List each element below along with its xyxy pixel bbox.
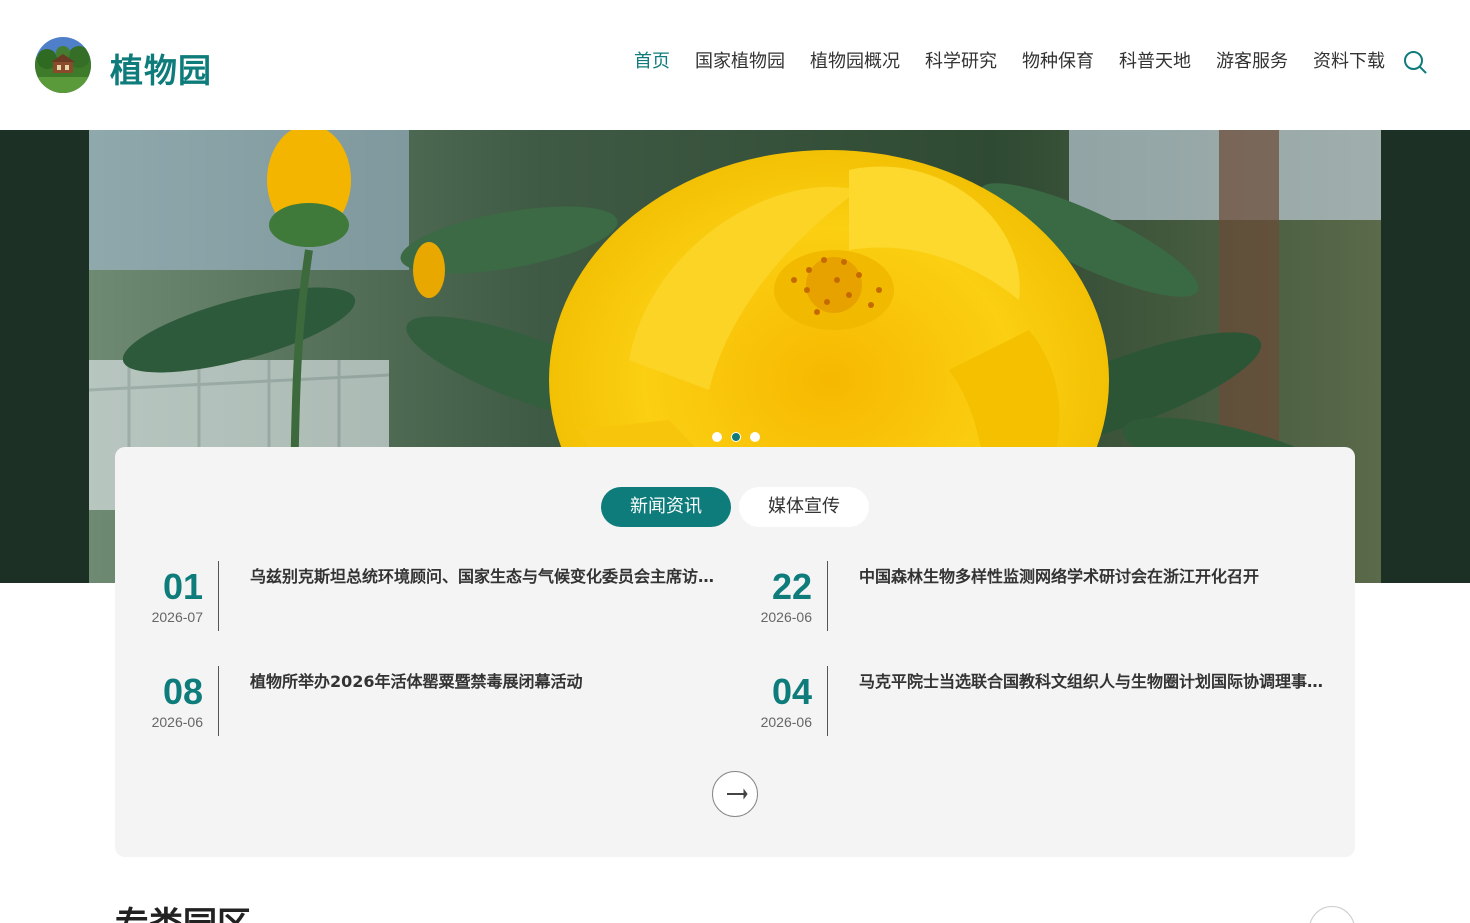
tab-news[interactable]: 新闻资讯	[601, 487, 731, 527]
search-icon[interactable]	[1403, 50, 1427, 74]
slide-dot-3[interactable]	[750, 432, 760, 442]
news-day: 08	[162, 671, 203, 712]
news-day: 04	[771, 671, 812, 712]
garden-logo-icon[interactable]	[35, 37, 91, 93]
news-title[interactable]: 马克平院士当选联合国教科文组织人与生物圈计划国际协调理事会主席	[859, 668, 1325, 692]
slide-indicators	[712, 432, 769, 442]
news-day: 01	[162, 566, 203, 607]
tab-media[interactable]: 媒体宣传	[739, 487, 869, 527]
news-date: 01 2026-07	[115, 561, 219, 631]
arrow-right-icon	[727, 788, 748, 800]
site-header: 植物园 首页 国家植物园 植物园概况 科学研究 物种保育 科普天地 游客服务 资…	[0, 0, 1470, 130]
nav-item-home[interactable]: 首页	[634, 50, 670, 74]
news-item[interactable]: 22 2026-06 中国森林生物多样性监测网络学术研讨会在浙江开化召开	[724, 561, 1314, 631]
news-date: 08 2026-06	[115, 666, 219, 736]
news-tabs: 新闻资讯 媒体宣传	[601, 487, 877, 527]
nav-item-research[interactable]: 科学研究	[925, 50, 997, 74]
nav-item-downloads[interactable]: 资料下载	[1313, 50, 1385, 74]
main-nav: 首页 国家植物园 植物园概况 科学研究 物种保育 科普天地 游客服务 资料下载	[634, 50, 1410, 74]
news-title[interactable]: 乌兹别克斯坦总统环境顾问、国家生态与气候变化委员会主席访问国家植物园	[250, 563, 716, 587]
section-title-special-gardens: 专类园区	[115, 905, 251, 923]
news-year-month: 2026-06	[760, 714, 812, 730]
news-year-month: 2026-06	[760, 609, 812, 625]
news-year-month: 2026-06	[151, 714, 203, 730]
nav-item-visitor-services[interactable]: 游客服务	[1216, 50, 1288, 74]
site-name[interactable]: 植物园	[110, 44, 212, 92]
nav-item-conservation[interactable]: 物种保育	[1022, 50, 1094, 74]
nav-item-national-garden[interactable]: 国家植物园	[695, 50, 785, 74]
news-day: 22	[771, 566, 812, 607]
news-panel: 新闻资讯 媒体宣传 01 2026-07 乌兹别克斯坦总统环境顾问、国家生态与气…	[115, 447, 1355, 857]
news-title[interactable]: 植物所举办2026年活体罂粟暨禁毒展闭幕活动	[250, 668, 716, 692]
nav-item-science-education[interactable]: 科普天地	[1119, 50, 1191, 74]
news-item[interactable]: 04 2026-06 马克平院士当选联合国教科文组织人与生物圈计划国际协调理事会…	[724, 666, 1325, 736]
slide-dot-2[interactable]	[731, 432, 741, 442]
news-title[interactable]: 中国森林生物多样性监测网络学术研讨会在浙江开化召开	[859, 563, 1325, 587]
news-date: 22 2026-06	[724, 561, 828, 631]
slide-dot-1[interactable]	[712, 432, 722, 442]
news-item[interactable]: 08 2026-06 植物所举办2026年活体罂粟暨禁毒展闭幕活动	[115, 666, 705, 736]
news-year-month: 2026-07	[151, 609, 203, 625]
news-date: 04 2026-06	[724, 666, 828, 736]
more-news-button[interactable]	[712, 771, 758, 817]
chevron-icon[interactable]	[1309, 906, 1355, 923]
nav-item-overview[interactable]: 植物园概况	[810, 50, 900, 74]
news-item[interactable]: 01 2026-07 乌兹别克斯坦总统环境顾问、国家生态与气候变化委员会主席访问…	[115, 561, 716, 631]
